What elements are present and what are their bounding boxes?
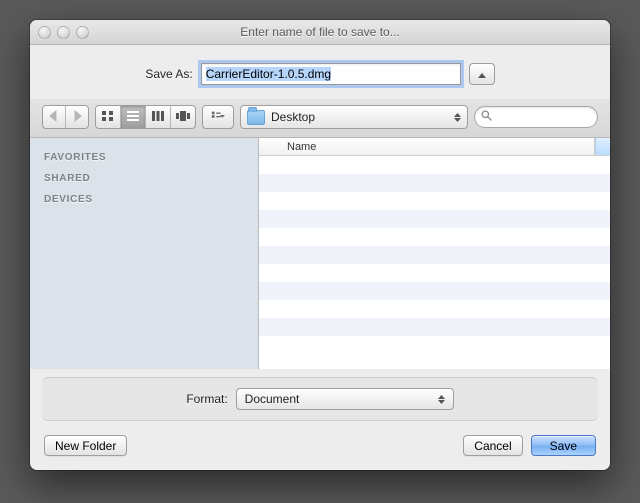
column-header-row: Name	[259, 138, 610, 156]
arrange-icon	[211, 110, 225, 125]
close-window-button[interactable]	[38, 26, 51, 39]
sidebar: FAVORITES SHARED DEVICES	[30, 138, 259, 369]
view-mode-segment	[95, 105, 196, 129]
cancel-button[interactable]: Cancel	[463, 435, 522, 456]
save-dialog-window: Enter name of file to save to... Save As…	[30, 20, 610, 470]
triangle-left-icon	[47, 110, 61, 125]
sidebar-heading-shared[interactable]: SHARED	[44, 173, 244, 184]
browser-toolbar: Desktop	[30, 99, 610, 138]
list-row	[259, 264, 610, 282]
list-row	[259, 300, 610, 318]
list-view-icon	[126, 110, 140, 125]
list-row	[259, 282, 610, 300]
arrange-button[interactable]	[203, 106, 233, 128]
save-as-label: Save As:	[145, 67, 192, 81]
list-row	[259, 246, 610, 264]
list-row	[259, 174, 610, 192]
triangle-right-icon	[70, 110, 84, 125]
folder-icon	[247, 110, 265, 125]
list-view-button[interactable]	[121, 106, 146, 128]
search-icon	[481, 110, 492, 124]
format-popup[interactable]: Document	[236, 388, 454, 410]
location-popup[interactable]: Desktop	[240, 105, 468, 129]
save-button[interactable]: Save	[531, 435, 596, 456]
list-row	[259, 156, 610, 174]
list-row	[259, 210, 610, 228]
format-value: Document	[245, 392, 300, 406]
icon-view-button[interactable]	[96, 106, 121, 128]
column-header-name[interactable]: Name	[259, 138, 595, 155]
titlebar[interactable]: Enter name of file to save to...	[30, 20, 610, 45]
back-button[interactable]	[43, 106, 66, 128]
nav-back-forward	[42, 105, 89, 129]
file-list-pane: Name	[259, 138, 610, 369]
location-label: Desktop	[271, 110, 315, 124]
window-title: Enter name of file to save to...	[30, 25, 610, 39]
search-field[interactable]	[474, 106, 598, 128]
list-row	[259, 192, 610, 210]
disclosure-arrows-icon	[454, 113, 461, 122]
arrange-menu[interactable]	[202, 105, 234, 129]
format-bar: Format: Document	[42, 377, 598, 421]
collapse-disclosure-button[interactable]	[469, 63, 495, 85]
list-row	[259, 336, 610, 354]
bottom-button-bar: New Folder Cancel Save	[30, 425, 610, 470]
minimize-window-button[interactable]	[57, 26, 70, 39]
traffic-lights	[38, 26, 89, 39]
format-label: Format:	[186, 392, 227, 406]
search-input[interactable]	[496, 110, 591, 124]
sidebar-heading-favorites[interactable]: FAVORITES	[44, 152, 244, 163]
column-view-button[interactable]	[146, 106, 171, 128]
scrollbar-track[interactable]	[595, 138, 610, 155]
new-folder-button[interactable]: New Folder	[44, 435, 127, 456]
filename-input[interactable]	[201, 63, 461, 85]
column-view-icon	[151, 110, 165, 125]
list-row	[259, 228, 610, 246]
coverflow-view-button[interactable]	[171, 106, 195, 128]
coverflow-view-icon	[176, 110, 190, 125]
icon-view-icon	[101, 110, 115, 125]
file-browser: FAVORITES SHARED DEVICES Name	[30, 138, 610, 369]
chevron-up-icon	[478, 67, 486, 81]
zoom-window-button[interactable]	[76, 26, 89, 39]
disclosure-arrows-icon	[438, 395, 445, 404]
forward-button[interactable]	[66, 106, 88, 128]
file-list[interactable]	[259, 156, 610, 369]
list-row	[259, 318, 610, 336]
sidebar-heading-devices[interactable]: DEVICES	[44, 194, 244, 205]
save-as-row: Save As:	[30, 45, 610, 99]
